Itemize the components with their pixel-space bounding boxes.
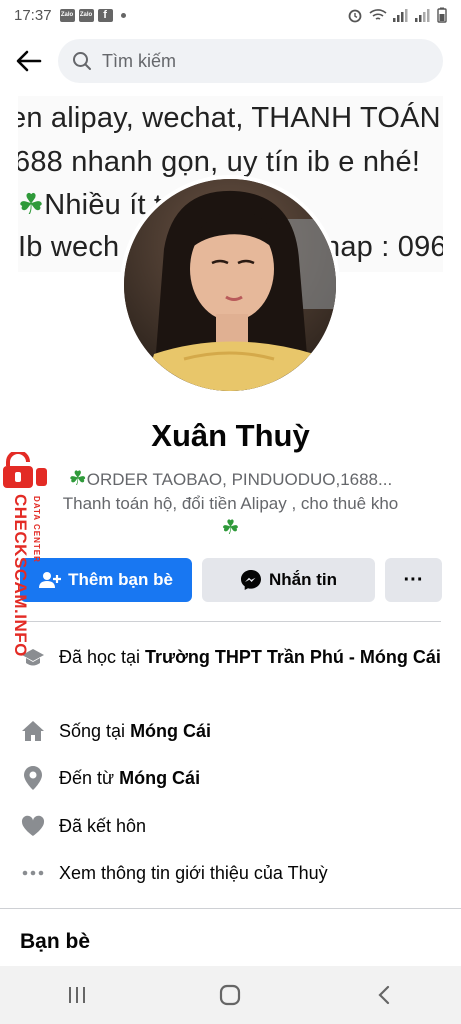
lives-in-link[interactable]: Móng Cái xyxy=(130,721,211,741)
intro-relationship: Đã kết hôn xyxy=(20,812,441,840)
message-label: Nhắn tin xyxy=(269,570,337,589)
search-bar[interactable] xyxy=(58,39,443,83)
cover-text-line: en alipay, wechat, THANH TOÁN xyxy=(18,102,441,134)
see-more-about-link[interactable]: Xem thông tin giới thiệu của Thuỳ xyxy=(59,859,328,887)
zalo-notification-icon: Zalo xyxy=(78,8,94,22)
lock-icon xyxy=(3,452,47,488)
clover-icon: ☘ xyxy=(18,189,45,221)
cover-text-line: Ib wech xyxy=(18,231,120,263)
messenger-icon xyxy=(241,570,261,590)
intro-lives-in: Sống tại Móng Cái xyxy=(20,717,441,745)
more-dots-icon xyxy=(20,859,46,887)
home-button[interactable] xyxy=(200,975,260,1015)
profile-photo-image xyxy=(124,179,336,391)
profile-actions: Thêm bạn bè Nhắn tin ··· xyxy=(20,558,442,602)
system-navigation-bar xyxy=(0,966,461,1024)
status-time: 17:37 xyxy=(14,6,52,24)
signal-icon xyxy=(415,8,430,22)
search-header xyxy=(0,36,461,86)
intro-education: Đã học tại Trường THPT Trần Phú - Móng C… xyxy=(20,643,441,671)
lives-in-text: Sống tại Móng Cái xyxy=(59,721,212,741)
back-button[interactable] xyxy=(14,46,44,76)
signal-icon xyxy=(393,8,408,22)
facebook-notification-icon: f xyxy=(97,8,113,22)
more-notifications-icon xyxy=(120,12,126,18)
intro-see-more[interactable]: Xem thông tin giới thiệu của Thuỳ xyxy=(20,859,441,887)
location-pin-icon xyxy=(20,764,46,792)
status-bar: 17:37 Zalo Zalo f xyxy=(0,0,461,30)
status-icons xyxy=(347,7,447,23)
profile-name: Xuân Thuỳ xyxy=(151,418,310,453)
school-link[interactable]: Trường THPT Trần Phú - Móng Cái xyxy=(145,647,441,667)
home-icon xyxy=(20,717,46,745)
bio-line: ORDER TAOBAO, PINDUODUO,1688... xyxy=(86,470,393,489)
arrow-left-icon xyxy=(16,50,42,72)
from-text: Đến từ Móng Cái xyxy=(59,768,201,788)
education-text: Đã học tại Trường THPT Trần Phú - Móng C… xyxy=(59,647,441,667)
intro-from: Đến từ Móng Cái xyxy=(20,764,441,792)
profile-picture[interactable] xyxy=(120,175,340,395)
divider xyxy=(20,621,441,622)
profile-bio: ☘ORDER TAOBAO, PINDUODUO,1688... Thanh t… xyxy=(20,467,441,541)
battery-icon xyxy=(437,7,447,23)
cover-text-line: nap : 096 xyxy=(324,231,443,263)
alarm-icon xyxy=(348,9,362,23)
cover-text-line: 688 nhanh gọn, uy tín ib e nhé! xyxy=(18,146,421,178)
zalo-notification-icon: Zalo xyxy=(59,8,75,22)
from-link[interactable]: Móng Cái xyxy=(119,768,200,788)
relationship-text: Đã kết hôn xyxy=(59,816,147,836)
bio-line: Thanh toán hộ, đổi tiền Alipay , cho thu… xyxy=(62,494,399,513)
clover-icon: ☘ xyxy=(68,468,87,490)
home-circle-icon xyxy=(220,984,241,1006)
cover-text-line: ☘Nhiều ít t xyxy=(18,189,163,221)
message-button[interactable]: Nhắn tin xyxy=(202,558,375,602)
search-icon xyxy=(73,52,91,70)
recent-apps-button[interactable] xyxy=(47,975,107,1015)
watermark-subtitle: DATA CENTER xyxy=(32,496,41,563)
system-back-button[interactable] xyxy=(354,975,414,1015)
checkscam-watermark: CHECKSCAM.INFO DATA CENTER xyxy=(2,452,50,682)
wifi-icon xyxy=(369,9,387,20)
clover-icon: ☘ xyxy=(221,517,240,539)
heart-icon xyxy=(20,812,46,840)
add-friend-label: Thêm bạn bè xyxy=(68,570,173,589)
watermark-brand: CHECKSCAM.INFO xyxy=(11,494,30,657)
search-input[interactable] xyxy=(102,50,402,72)
recent-apps-icon xyxy=(68,987,85,1003)
chevron-left-icon xyxy=(378,985,390,1005)
divider xyxy=(0,908,461,909)
friends-section-title: Bạn bè xyxy=(20,930,91,953)
more-options-button[interactable]: ··· xyxy=(385,558,442,602)
